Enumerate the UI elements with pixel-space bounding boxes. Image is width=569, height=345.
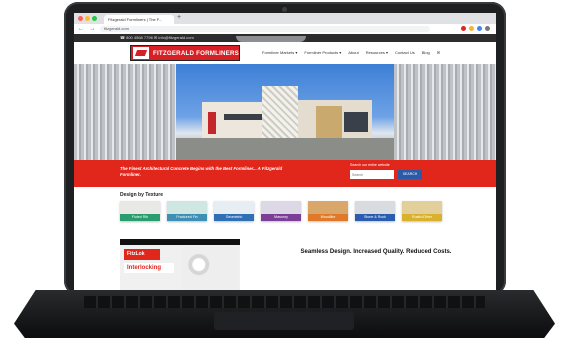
texture-thumbnail <box>120 201 160 214</box>
texture-label: Masonry <box>261 214 301 221</box>
site-header: FITZGERALD FORMLINERS Formliner Markets … <box>74 42 496 64</box>
search-input[interactable] <box>350 170 394 179</box>
texture-label: Rustic/Other <box>402 214 442 221</box>
texture-label: Woodlike <box>308 214 348 221</box>
hero-banner <box>74 64 496 160</box>
profile-avatar[interactable] <box>485 26 490 31</box>
texture-tile[interactable]: Fractured Fin <box>167 201 207 221</box>
search-button[interactable]: SEARCH <box>398 170 422 179</box>
new-tab-button[interactable]: + <box>177 14 181 21</box>
minimize-window-icon[interactable] <box>85 16 90 21</box>
texture-tiles: Fluted Rib Fractured Fin Geometric Masonry W… <box>120 201 442 221</box>
texture-thumbnail <box>355 201 395 214</box>
texture-label: Fluted Rib <box>120 214 160 221</box>
section-title: Design by Texture <box>120 192 163 198</box>
laptop-base <box>14 290 555 338</box>
ground <box>176 138 394 160</box>
site-logo[interactable]: FITZGERALD FORMLINERS <box>130 45 240 61</box>
tagline: The Finest Architectural Concrete Begins… <box>120 166 283 177</box>
logo-text: FITZGERALD FORMLINERS <box>152 49 239 57</box>
texture-tile[interactable]: Geometric <box>214 201 254 221</box>
search-label: Search our entire website <box>350 163 390 167</box>
promo-headline: Seamless Design. Increased Quality. Redu… <box>300 249 452 255</box>
glass-facade <box>344 112 368 132</box>
textured-wall <box>262 86 298 138</box>
texture-thumbnail <box>308 201 348 214</box>
nav-item-blog[interactable]: Blog <box>422 50 430 55</box>
nav-item-contact[interactable]: Contact Us <box>395 50 415 55</box>
texture-thumbnail <box>167 201 207 214</box>
red-accent <box>208 112 216 134</box>
texture-thumbnail <box>402 201 442 214</box>
laptop-notch <box>236 36 306 42</box>
url-field[interactable]: fitzgerald.com <box>100 26 430 32</box>
extension-icons <box>461 26 490 31</box>
extension-icon[interactable] <box>461 26 466 31</box>
texture-label: Fractured Fin <box>167 214 207 221</box>
webcam-icon <box>282 7 287 12</box>
formliner-pattern <box>182 247 238 291</box>
texture-thumbnail <box>214 201 254 214</box>
main-nav: Formliner Markets ▾ Formliner Products ▾… <box>262 50 440 55</box>
nav-item-markets[interactable]: Formliner Markets ▾ <box>262 50 297 55</box>
logo-mark-icon <box>133 47 149 59</box>
browser-tab-bar: Fitzgerald Formliners | The F... + <box>74 13 496 24</box>
texture-label: Geometric <box>214 214 254 221</box>
contact-info[interactable]: ☎ 800 4568 7796 ✉ info@fitzgerald.com <box>74 35 194 40</box>
close-window-icon[interactable] <box>78 16 83 21</box>
extension-icon[interactable] <box>477 26 482 31</box>
laptop-screen: Fitzgerald Formliners | The F... + ← → ⟳… <box>74 13 496 292</box>
keyboard <box>84 296 485 308</box>
promo-stripe <box>120 239 240 245</box>
texture-tile[interactable]: Masonry <box>261 201 301 221</box>
texture-tile[interactable]: Rustic/Other <box>402 201 442 221</box>
texture-panel-right <box>394 64 496 160</box>
promo-subtitle: Interlocking <box>124 263 174 273</box>
product-promo[interactable]: FitzLok Interlocking <box>120 239 240 292</box>
promo-badge: FitzLok <box>124 249 160 260</box>
texture-tile[interactable]: Fluted Rib <box>120 201 160 221</box>
browser-tab[interactable]: Fitzgerald Formliners | The F... <box>104 15 174 24</box>
tagline-banner: The Finest Architectural Concrete Begins… <box>74 160 496 187</box>
extension-icon[interactable] <box>469 26 474 31</box>
texture-tile[interactable]: Stone & Rock <box>355 201 395 221</box>
texture-thumbnail <box>261 201 301 214</box>
nav-item-products[interactable]: Formliner Products ▾ <box>304 50 341 55</box>
nav-mail-icon[interactable]: ✉ <box>437 50 440 55</box>
laptop-lid: Fitzgerald Formliners | The F... + ← → ⟳… <box>64 2 506 295</box>
nav-item-resources[interactable]: Resources ▾ <box>366 50 388 55</box>
trackpad <box>214 312 354 330</box>
texture-tile[interactable]: Woodlike <box>308 201 348 221</box>
hero-building-photo <box>176 64 394 160</box>
tan-facade <box>316 106 342 138</box>
building-right <box>298 100 372 138</box>
maximize-window-icon[interactable] <box>92 16 97 21</box>
texture-panel-left <box>74 64 176 160</box>
window-band <box>224 114 264 120</box>
nav-item-about[interactable]: About <box>348 50 358 55</box>
texture-label: Stone & Rock <box>355 214 395 221</box>
